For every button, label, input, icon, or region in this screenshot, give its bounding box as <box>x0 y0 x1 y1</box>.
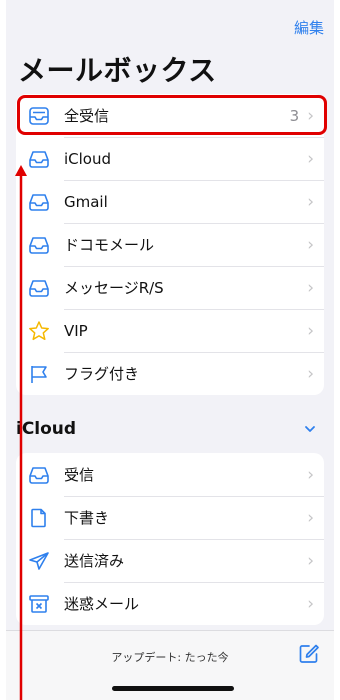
mailbox-label: 全受信 <box>64 107 110 125</box>
mailbox-label: フラグ付き <box>64 365 140 383</box>
chevron-right-icon: › <box>307 105 314 126</box>
edit-button[interactable]: 編集 <box>294 17 324 38</box>
flag-icon <box>27 364 51 384</box>
compose-icon[interactable] <box>298 643 320 665</box>
chevron-right-icon: › <box>307 464 314 485</box>
bottom-toolbar: アップデート: たった今 <box>6 630 334 700</box>
chevron-right-icon: › <box>307 550 314 571</box>
mailbox-row-icloud[interactable]: iCloud › <box>16 137 324 180</box>
mailbox-label: VIP <box>64 321 88 340</box>
mailboxes-group: 全受信 3 › iCloud › Gmail › ドコモメール › メッセージR… <box>16 94 324 395</box>
mailbox-row-vip[interactable]: VIP › <box>16 309 324 352</box>
chevron-right-icon: › <box>307 148 314 169</box>
folder-label: 送信済み <box>64 552 125 570</box>
inbox-icon <box>27 149 51 169</box>
star-icon <box>27 320 51 341</box>
mailbox-row-docomo[interactable]: ドコモメール › <box>16 223 324 266</box>
folder-label: 受信 <box>64 466 95 484</box>
mail-screen: 編集 メールボックス 全受信 3 › iCloud › Gmail › ドコモメ… <box>6 0 334 700</box>
icloud-group: 受信 › 下書き › 送信済み › 迷惑メール › <box>16 453 324 625</box>
mailbox-label: iCloud <box>64 149 112 168</box>
chevron-right-icon: › <box>307 320 314 341</box>
inbox-icon <box>27 465 51 485</box>
all-inboxes-icon <box>27 106 51 126</box>
inbox-icon <box>27 192 51 212</box>
unread-count: 3 <box>289 106 300 125</box>
chevron-right-icon: › <box>307 593 314 614</box>
folder-row-junk[interactable]: 迷惑メール › <box>16 582 324 625</box>
mailbox-row-gmail[interactable]: Gmail › <box>16 180 324 223</box>
folder-label: 迷惑メール <box>64 595 140 613</box>
chevron-right-icon: › <box>307 277 314 298</box>
document-icon <box>27 508 51 528</box>
mailbox-label: メッセージR/S <box>64 279 164 297</box>
folder-row-drafts[interactable]: 下書き › <box>16 496 324 539</box>
page-title: メールボックス <box>18 54 217 87</box>
paperplane-icon <box>27 551 51 571</box>
mailbox-label: ドコモメール <box>64 236 155 254</box>
folder-row-inbox[interactable]: 受信 › <box>16 453 324 496</box>
section-title: iCloud <box>16 419 77 439</box>
chevron-right-icon: › <box>307 363 314 384</box>
mailbox-row-flagged[interactable]: フラグ付き › <box>16 352 324 395</box>
chevron-right-icon: › <box>307 191 314 212</box>
inbox-icon <box>27 278 51 298</box>
mailbox-row-all-inboxes[interactable]: 全受信 3 › <box>16 94 324 137</box>
section-header-icloud[interactable]: iCloud <box>16 411 324 447</box>
mailbox-label: Gmail <box>64 192 108 211</box>
folder-row-sent[interactable]: 送信済み › <box>16 539 324 582</box>
junk-icon <box>27 594 51 614</box>
update-status: アップデート: たった今 <box>111 651 229 664</box>
home-indicator <box>112 686 234 691</box>
chevron-right-icon: › <box>307 234 314 255</box>
chevron-down-icon <box>302 421 318 437</box>
inbox-icon <box>27 235 51 255</box>
folder-label: 下書き <box>64 509 110 527</box>
mailbox-row-message-rs[interactable]: メッセージR/S › <box>16 266 324 309</box>
chevron-right-icon: › <box>307 507 314 528</box>
